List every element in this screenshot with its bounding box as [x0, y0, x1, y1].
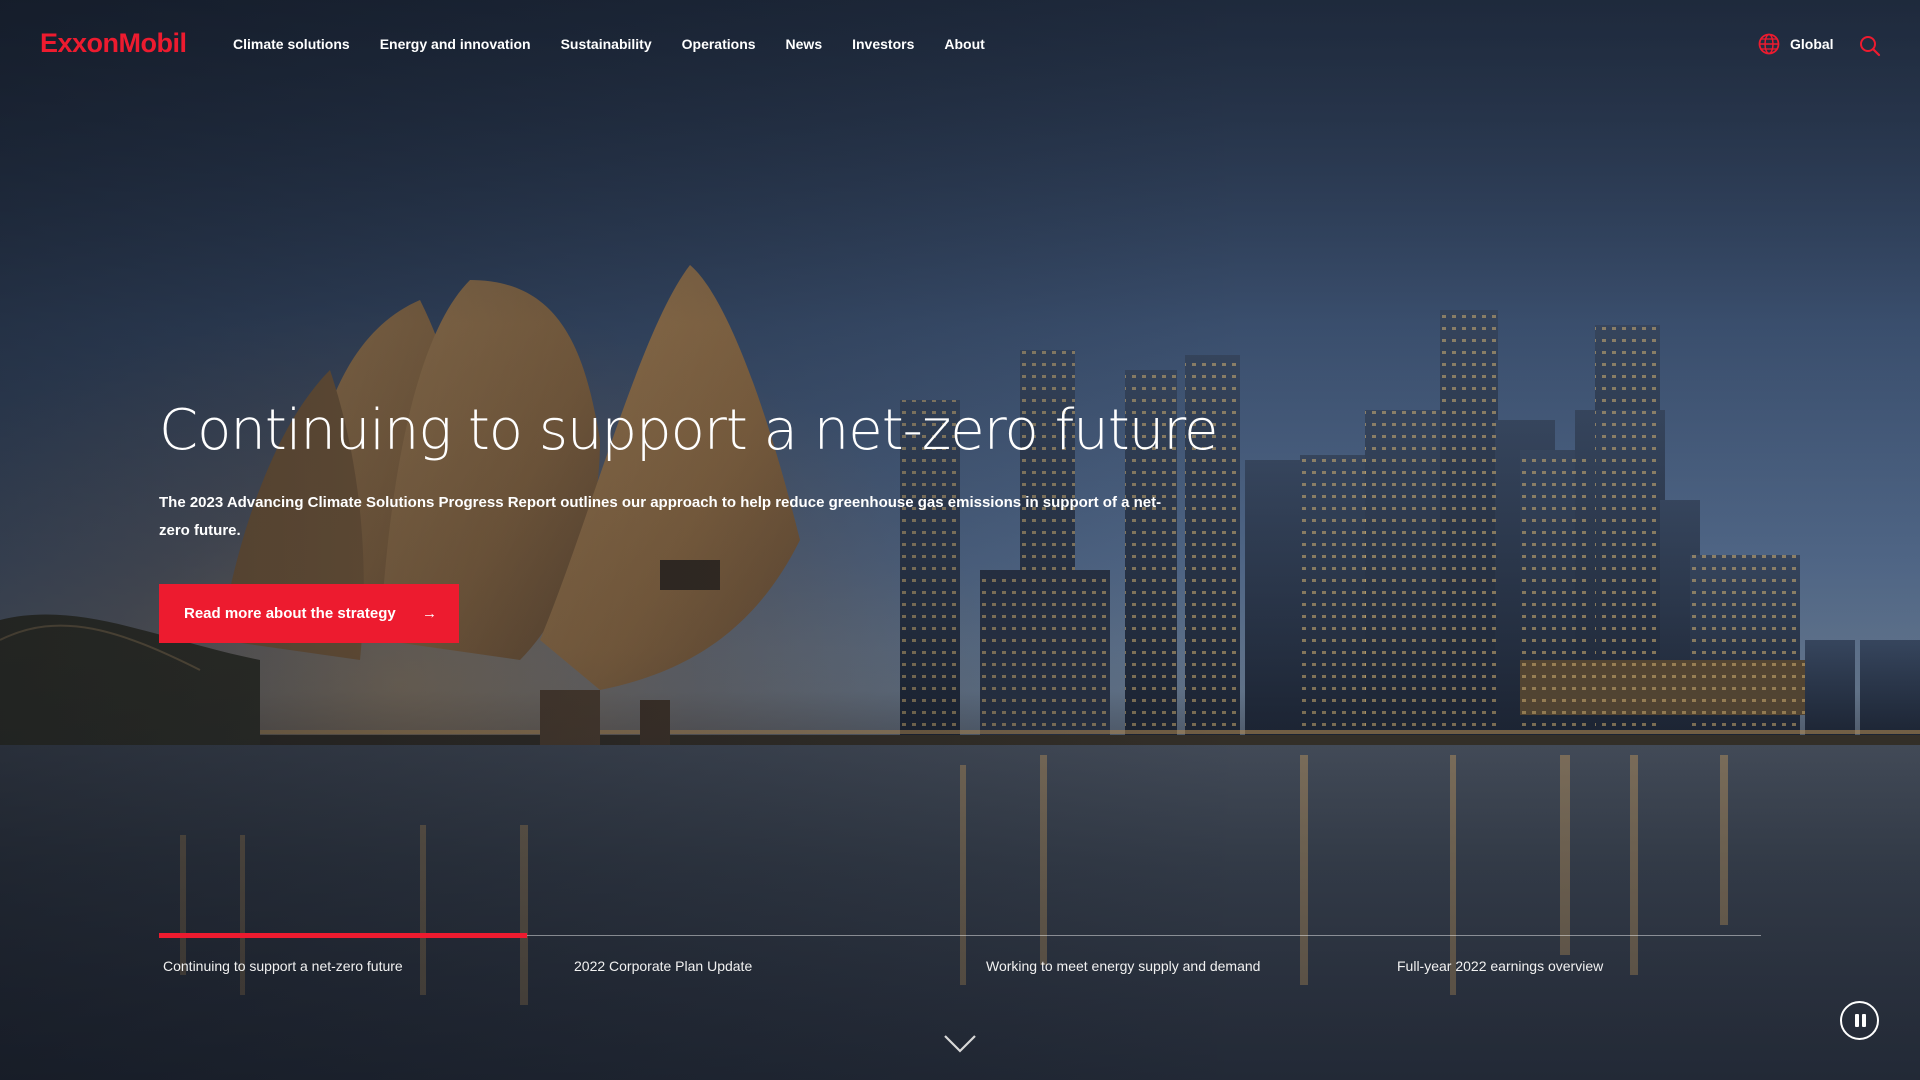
pause-icon: [1855, 1014, 1859, 1027]
chevron-down-icon[interactable]: [943, 1033, 977, 1055]
carousel-tab-1[interactable]: Continuing to support a net-zero future: [163, 958, 403, 974]
nav-item-energy-and-innovation[interactable]: Energy and innovation: [380, 36, 531, 52]
main-nav: Climate solutions Energy and innovation …: [233, 36, 1015, 52]
site-header: ExxonMobil Climate solutions Energy and …: [0, 0, 1920, 90]
carousel-tab-3[interactable]: Working to meet energy supply and demand: [986, 958, 1260, 974]
hero-description: The 2023 Advancing Climate Solutions Pro…: [159, 494, 1162, 539]
search-icon[interactable]: [1859, 35, 1881, 57]
globe-icon: [1758, 33, 1780, 55]
arrow-right-icon: →: [422, 605, 437, 622]
cta-label: Read more about the strategy: [184, 605, 396, 622]
nav-item-sustainability[interactable]: Sustainability: [561, 36, 652, 52]
nav-item-operations[interactable]: Operations: [682, 36, 756, 52]
carousel-progress-bar: [159, 933, 527, 938]
carousel-tab-4[interactable]: Full-year 2022 earnings overview: [1397, 958, 1603, 974]
region-selector[interactable]: Global: [1758, 33, 1834, 55]
nav-item-climate-solutions[interactable]: Climate solutions: [233, 36, 350, 52]
nav-item-about[interactable]: About: [944, 36, 984, 52]
pause-icon-bar: [1862, 1014, 1866, 1027]
exxonmobil-logo[interactable]: ExxonMobil: [40, 28, 187, 59]
nav-item-news[interactable]: News: [786, 36, 823, 52]
carousel-tab-2[interactable]: 2022 Corporate Plan Update: [574, 958, 752, 974]
region-label: Global: [1790, 36, 1834, 52]
read-more-strategy-button[interactable]: Read more about the strategy →: [159, 584, 459, 643]
pause-button[interactable]: [1840, 1001, 1879, 1040]
hero-title: Continuing to support a net-zero future: [159, 398, 1218, 463]
nav-item-investors[interactable]: Investors: [852, 36, 914, 52]
